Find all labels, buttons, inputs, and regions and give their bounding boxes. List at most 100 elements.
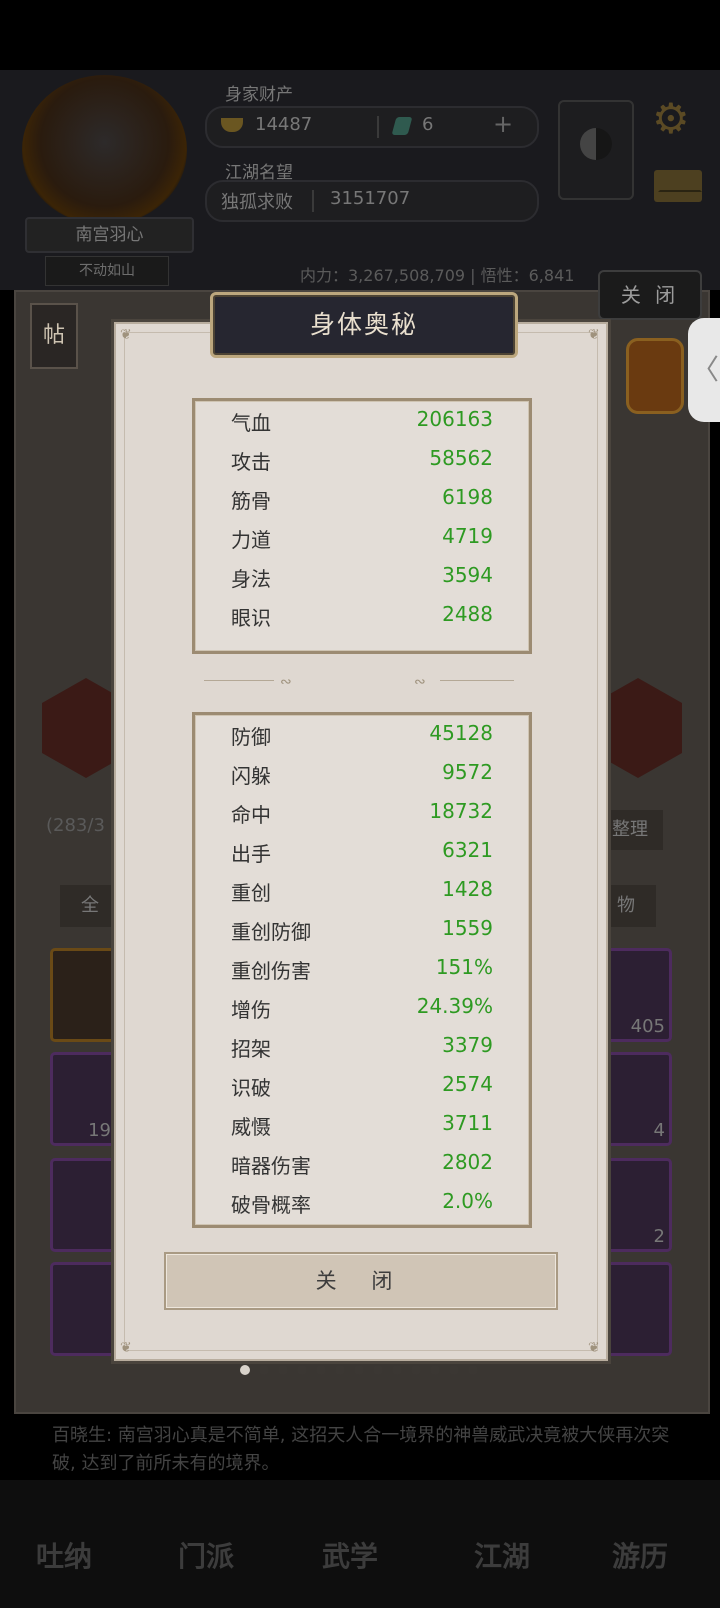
- page-dot: [430, 1365, 440, 1375]
- stat-value: 24.39%: [416, 994, 493, 1018]
- close-button[interactable]: 关 闭: [164, 1252, 558, 1310]
- stat-label: 破骨概率: [231, 1193, 311, 1217]
- side-drawer-handle[interactable]: 〈: [688, 318, 720, 422]
- stat-row: 增伤 24.39%: [231, 988, 493, 1027]
- player-name: 南宫羽心: [25, 217, 194, 253]
- stat-value: 3379: [442, 1033, 493, 1057]
- stat-value: 3711: [442, 1111, 493, 1135]
- nav-sect[interactable]: 门派: [178, 1535, 234, 1575]
- stat-row: 筋骨 6198: [231, 479, 493, 518]
- secondary-stats-list[interactable]: 防御 45128 闪躲 9572 命中 18732 出手 6321 重创 1428 重创防…: [192, 712, 532, 1228]
- inventory-slot[interactable]: [604, 1262, 672, 1356]
- inventory-slot[interactable]: 4: [604, 1052, 672, 1146]
- stat-value: 58562: [429, 446, 493, 470]
- avatar[interactable]: [22, 75, 187, 225]
- stat-label: 命中: [231, 803, 271, 827]
- lantern-icon[interactable]: [626, 338, 684, 414]
- stat-label: 出手: [231, 842, 271, 866]
- page-dot: [297, 1365, 307, 1375]
- inventory-slot[interactable]: [50, 1262, 118, 1356]
- stat-row: 防御 45128: [231, 715, 493, 754]
- jade-amount: 6: [422, 114, 434, 135]
- tab-all[interactable]: 全: [60, 885, 120, 927]
- page-dot: [259, 1365, 269, 1375]
- inventory-slot[interactable]: 19: [50, 1052, 118, 1146]
- nav-martial[interactable]: 武学: [322, 1535, 378, 1575]
- stat-row: 气血 206163: [231, 401, 493, 440]
- page-dot: [373, 1365, 383, 1375]
- inventory-slot[interactable]: [50, 948, 118, 1042]
- player-status-badge: 不动如山: [45, 256, 169, 286]
- stat-row: 重创 1428: [231, 871, 493, 910]
- jade-icon: [391, 117, 413, 135]
- stat-value: 6321: [442, 838, 493, 862]
- corner-ornament: ❦: [588, 1340, 600, 1356]
- stat-value: 45128: [429, 721, 493, 745]
- wealth-label: 身家财产: [225, 85, 293, 105]
- divider: [312, 190, 314, 212]
- stat-label: 增伤: [231, 998, 271, 1022]
- stat-label: 重创伤害: [231, 959, 311, 983]
- stat-row: 眼识 2488: [231, 596, 493, 635]
- page-dot: [392, 1365, 402, 1375]
- stat-label: 攻击: [231, 450, 271, 474]
- stat-row: 攻击 58562: [231, 440, 493, 479]
- stat-label: 识破: [231, 1076, 271, 1100]
- stat-row: 重创防御 1559: [231, 910, 493, 949]
- stat-row: 重创伤害 151%: [231, 949, 493, 988]
- stat-value: 3594: [442, 563, 493, 587]
- corner-ornament: ❦: [120, 327, 132, 343]
- stat-row: 威慑 3711: [231, 1105, 493, 1144]
- stat-value: 151%: [435, 955, 493, 979]
- stat-row: 暗器伤害 2802: [231, 1144, 493, 1183]
- stat-label: 力道: [231, 528, 271, 552]
- stat-row: 力道 4719: [231, 518, 493, 557]
- post-button[interactable]: 帖: [30, 303, 78, 369]
- inventory-slot[interactable]: 405: [604, 948, 672, 1042]
- stat-value: 1428: [442, 877, 493, 901]
- gear-icon[interactable]: ⚙: [652, 94, 690, 143]
- inventory-slot[interactable]: 2: [604, 1158, 672, 1252]
- mail-icon[interactable]: [654, 170, 702, 202]
- stat-value: 2802: [442, 1150, 493, 1174]
- stat-label: 威慑: [231, 1115, 271, 1139]
- page-dot: [278, 1365, 288, 1375]
- panel-close-button[interactable]: 关 闭: [598, 270, 702, 320]
- stat-row: 识破 2574: [231, 1066, 493, 1105]
- stat-label: 防御: [231, 725, 271, 749]
- fame-title: 独孤求败: [221, 192, 293, 213]
- stat-label: 筋骨: [231, 489, 271, 513]
- stat-value: 6198: [442, 485, 493, 509]
- stat-row: 身法 3594: [231, 557, 493, 596]
- stat-value: 9572: [442, 760, 493, 784]
- stat-label: 眼识: [231, 606, 271, 630]
- inventory-slot[interactable]: [50, 1158, 118, 1252]
- stat-value: 2488: [442, 602, 493, 626]
- gold-amount: 14487: [255, 114, 313, 135]
- page-dot: [411, 1365, 421, 1375]
- stat-label: 身法: [231, 567, 271, 591]
- stat-label: 招架: [231, 1037, 271, 1061]
- gold-ingot-icon: [221, 118, 243, 132]
- power-stats: 内力：3,267,508,709 | 悟性：6,841: [300, 266, 575, 285]
- nav-jianghu[interactable]: 江湖: [474, 1535, 530, 1575]
- nav-travel[interactable]: 游历: [612, 1535, 668, 1575]
- stat-value: 1559: [442, 916, 493, 940]
- page-dot: [468, 1365, 478, 1375]
- fame-value: 3151707: [330, 188, 411, 209]
- page-dot: [335, 1365, 345, 1375]
- stat-value: 4719: [442, 524, 493, 548]
- page-dot: [240, 1365, 250, 1375]
- stat-row: 闪躲 9572: [231, 754, 493, 793]
- section-divider: ∾ ∾: [204, 674, 514, 690]
- page-dot: [316, 1365, 326, 1375]
- corner-ornament: ❦: [120, 1340, 132, 1356]
- yinyang-button[interactable]: [558, 100, 634, 200]
- inventory-count: (283/3: [46, 815, 105, 836]
- add-currency-button[interactable]: +: [493, 110, 513, 138]
- nav-tuna[interactable]: 吐纳: [36, 1535, 92, 1575]
- stat-label: 气血: [231, 411, 271, 435]
- news-ticker: 百晓生: 南宫羽心真是不简单, 这招天人合一境界的神兽威武决竟被大侠再次突破, …: [52, 1425, 670, 1474]
- stat-value: 2.0%: [442, 1189, 493, 1213]
- stat-label: 重创防御: [231, 920, 311, 944]
